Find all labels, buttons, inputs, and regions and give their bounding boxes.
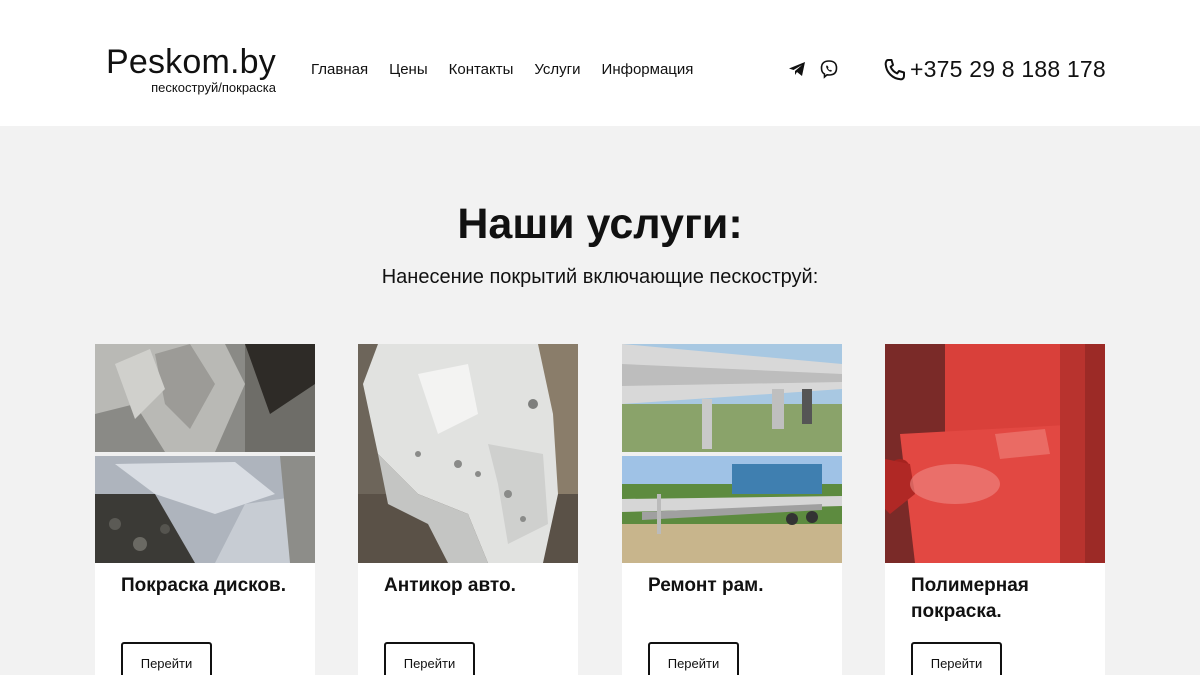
- nav-item-prices[interactable]: Цены: [389, 61, 428, 78]
- viber-icon[interactable]: [819, 59, 839, 79]
- section-title: Наши услуги:: [457, 200, 743, 248]
- phone-contact[interactable]: +375 29 8 188 178: [882, 56, 1106, 83]
- nav-item-contacts[interactable]: Контакты: [449, 61, 514, 78]
- nav-item-home[interactable]: Главная: [311, 61, 368, 78]
- go-button[interactable]: Перейти: [384, 642, 475, 675]
- service-card-wheels: Покраска дисков. Перейти: [95, 344, 315, 675]
- service-image-frames[interactable]: [622, 344, 842, 563]
- service-title: Ремонт рам.: [648, 575, 764, 596]
- go-button[interactable]: Перейти: [121, 642, 212, 675]
- service-image-anticor[interactable]: [358, 344, 578, 563]
- service-title: Полимерная покраска.: [911, 575, 1029, 622]
- services-section: Наши услуги: Нанесение покрытий включающ…: [0, 126, 1200, 675]
- service-title: Антикор авто.: [384, 575, 516, 596]
- go-button[interactable]: Перейти: [911, 642, 1002, 675]
- site-header: Peskom.by пескоструй/покраска Главная Це…: [0, 0, 1200, 126]
- nav-item-info[interactable]: Информация: [602, 61, 694, 78]
- service-image-powder[interactable]: [885, 344, 1105, 563]
- logo[interactable]: Peskom.by пескоструй/покраска: [106, 42, 276, 95]
- service-title: Покраска дисков.: [121, 575, 286, 596]
- social-links: [787, 59, 839, 79]
- service-image-wheels[interactable]: [95, 344, 315, 563]
- phone-number[interactable]: +375 29 8 188 178: [910, 56, 1106, 83]
- service-card-anticor: Антикор авто. Перейти: [358, 344, 578, 675]
- phone-icon: [882, 57, 908, 83]
- logo-title[interactable]: Peskom.by: [106, 42, 276, 82]
- service-card-frames: Ремонт рам. Перейти: [622, 344, 842, 675]
- telegram-icon[interactable]: [787, 59, 807, 79]
- logo-subtitle: пескоструй/покраска: [151, 80, 276, 95]
- main-nav: Главная Цены Контакты Услуги Информация: [311, 61, 693, 78]
- section-subtitle: Нанесение покрытий включающие пескоструй…: [381, 266, 819, 288]
- go-button[interactable]: Перейти: [648, 642, 739, 675]
- service-card-powder: Полимерная покраска. Перейти: [885, 344, 1105, 675]
- nav-item-services[interactable]: Услуги: [534, 61, 580, 78]
